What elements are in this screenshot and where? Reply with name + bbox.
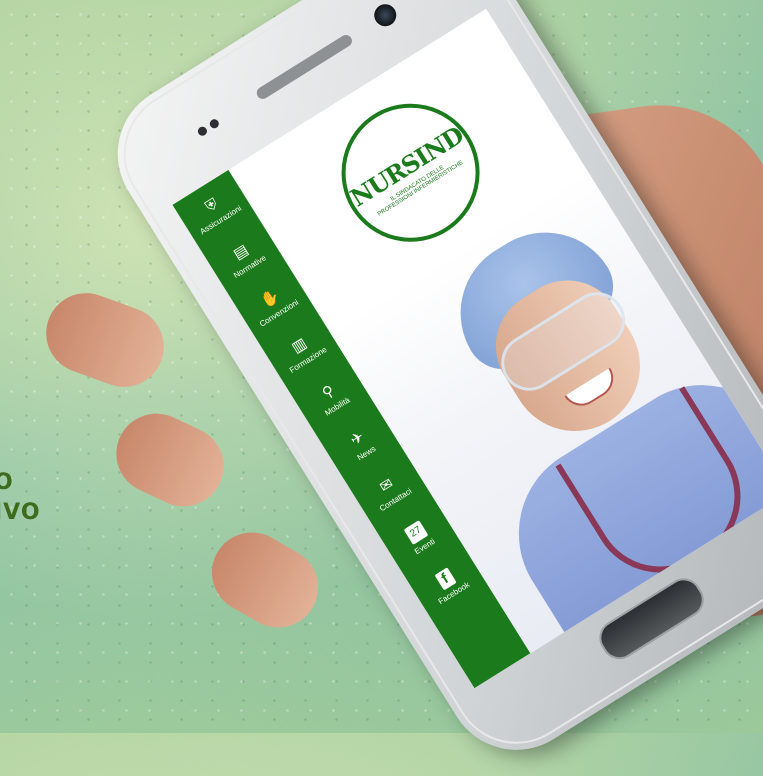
envelope-icon: ✉ <box>376 474 397 496</box>
background-text: O IVO <box>0 468 41 528</box>
magnifier-icon: ⚲ <box>318 381 338 402</box>
background-text-line: IVO <box>0 500 41 525</box>
bird-icon: ✈ <box>347 427 368 449</box>
background-text-line: O <box>0 470 14 495</box>
shield-icon: ⛨ <box>202 194 221 216</box>
